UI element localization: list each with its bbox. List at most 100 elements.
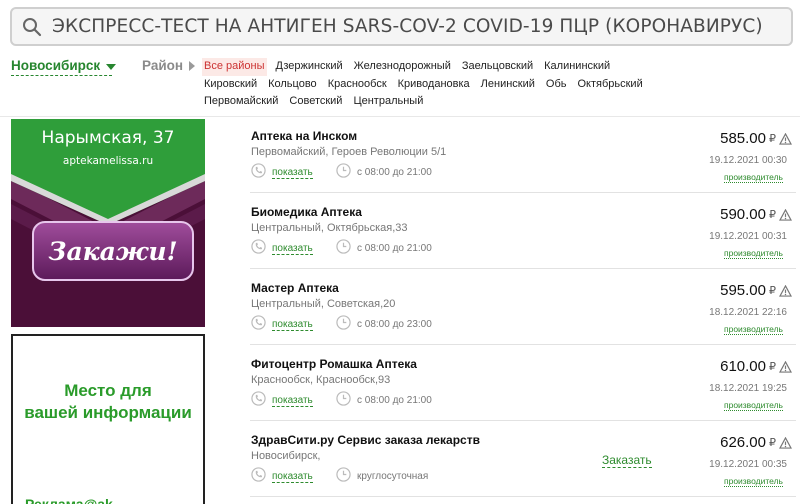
phone-icon [251,239,266,259]
pharmacy-row: Фитоцентр Ромашка Аптека Краснообск, Крас… [250,345,796,421]
price-date: 19.12.2021 00:31 [709,231,787,242]
search-bar[interactable]: ЭКСПРЕСС-ТЕСТ НА АНТИГЕН SARS-COV-2 COVI… [10,7,793,46]
pharmacy-address: Центральный, Октябрьская,33 [251,222,408,234]
district-item[interactable]: Октябрьский [575,76,644,94]
opening-hours: с 08:00 до 21:00 [357,394,432,406]
district-item[interactable]: Все районы [202,58,267,76]
ad-placeholder-banner[interactable]: Место для вашей информации Реклама@ak [11,334,205,504]
district-item[interactable]: Криводановка [396,76,472,94]
show-phone-link[interactable]: показать [272,319,313,331]
hours-block: с 08:00 до 21:00 [336,391,432,409]
price: 610.00 [720,358,766,375]
pharmacy-row: Мастер Аптека Центральный, Советская,20 по… [250,269,796,345]
pharmacy-address: Центральный, Советская,20 [251,298,396,310]
hours-block: с 08:00 до 21:00 [336,239,432,257]
clock-icon [336,315,351,333]
search-query[interactable]: ЭКСПРЕСС-ТЕСТ НА АНТИГЕН SARS-COV-2 COVI… [52,16,763,37]
show-phone-link[interactable]: показать [272,395,313,407]
currency-sign: ₽ [769,285,776,297]
ad-cta: Закажи! [48,237,177,266]
price-date: 19.12.2021 00:35 [709,459,787,470]
show-phone-link[interactable]: показать [272,167,313,179]
district-list: Все районы Дзержинский Железнодорожный Заел… [202,58,662,111]
currency-sign: ₽ [769,133,776,145]
price: 585.00 [720,130,766,147]
district-item[interactable]: Калининский [542,58,612,76]
price: 595.00 [720,282,766,299]
district-label-text: Район [142,58,184,73]
phone-icon [251,163,266,183]
phone-block: показать [251,391,313,411]
district-item[interactable]: Обь [544,76,569,94]
phone-block: показать [251,467,313,487]
manufacturer-link[interactable]: производитель [723,401,783,411]
phone-icon [251,315,266,335]
pharmacy-name[interactable]: Фитоцентр Ромашка Аптека [251,357,417,371]
phone-icon [251,467,266,487]
clock-icon [336,391,351,409]
pharmacy-address: Новосибирск, [251,450,321,462]
pharmacy-ad-graphic: Нарымская, 37 aptekamelissa.ru Закажи! [11,119,205,327]
manufacturer-link[interactable]: производитель [723,173,783,183]
chevron-down-icon [106,63,117,70]
manufacturer-link[interactable]: производитель [723,477,783,487]
opening-hours: с 08:00 до 23:00 [357,318,432,330]
hours-block: с 08:00 до 23:00 [336,315,432,333]
pharmacy-address: Первомайский, Героев Революции 5/1 [251,146,447,158]
warning-icon[interactable] [778,360,793,378]
district-item[interactable]: Центральный [351,93,425,111]
currency-sign: ₽ [769,437,776,449]
pharmacy-address: Краснообск, Краснообск,93 [251,374,391,386]
price: 626.00 [720,434,766,451]
district-item[interactable]: Ленинский [479,76,537,94]
chevron-right-icon [189,60,196,71]
city-selector[interactable]: Новосибирск [11,58,117,73]
district-item[interactable]: Железнодорожный [352,58,453,76]
price: 590.00 [720,206,766,223]
district-item[interactable]: Первомайский [202,93,280,111]
district-item[interactable]: Кольцово [266,76,319,94]
district-item[interactable]: Кировский [202,76,259,94]
pharmacy-row: ЗдравСити.ру Сервис заказа лекарств Новос… [250,421,796,497]
manufacturer-link[interactable]: производитель [723,325,783,335]
pharmacy-list: Аптека на Инском Первомайский, Героев Рев… [250,117,796,497]
opening-hours: с 08:00 до 21:00 [357,166,432,178]
price-date: 18.12.2021 19:25 [709,383,787,394]
ad-placeholder-line2: вашей информации [24,403,192,422]
warning-icon[interactable] [778,132,793,150]
clock-icon [336,239,351,257]
ad-street: Нарымская, 37 [42,128,175,148]
pharmacy-name[interactable]: Мастер Аптека [251,281,339,295]
opening-hours: круглосуточная [357,470,429,482]
district-item[interactable]: Заельцовский [460,58,535,76]
city-name: Новосибирск [11,58,101,73]
warning-icon[interactable] [778,208,793,226]
district-item[interactable]: Советский [287,93,344,111]
city-underline [11,75,112,76]
ad-site: aptekamelissa.ru [63,155,153,167]
warning-icon[interactable] [778,284,793,302]
pharmacy-name[interactable]: ЗдравСити.ру Сервис заказа лекарств [251,433,480,447]
district-label: Район [142,58,196,73]
district-item[interactable]: Краснообск [326,76,389,94]
order-link[interactable]: Заказать [602,454,652,468]
hours-block: с 08:00 до 21:00 [336,163,432,181]
warning-icon[interactable] [778,436,793,454]
ad-placeholder-text: Место для вашей информации [13,380,203,424]
price-date: 19.12.2021 00:30 [709,155,787,166]
pharmacy-name[interactable]: Биомедика Аптека [251,205,362,219]
show-phone-link[interactable]: показать [272,243,313,255]
clock-icon [336,467,351,485]
show-phone-link[interactable]: показать [272,471,313,483]
ad-placeholder-line1: Место для [64,381,152,400]
ad-placeholder-contact: Реклама@ak [25,496,113,504]
currency-sign: ₽ [769,361,776,373]
pharmacy-row: Аптека на Инском Первомайский, Героев Рев… [250,117,796,193]
price-date: 18.12.2021 22:16 [709,307,787,318]
pharmacy-row: Биомедика Аптека Центральный, Октябрьская… [250,193,796,269]
pharmacy-name[interactable]: Аптека на Инском [251,129,357,143]
search-icon [23,17,42,36]
manufacturer-link[interactable]: производитель [723,249,783,259]
pharmacy-ad-banner[interactable]: Нарымская, 37 aptekamelissa.ru Закажи! [11,119,205,327]
district-item[interactable]: Дзержинский [274,58,345,76]
